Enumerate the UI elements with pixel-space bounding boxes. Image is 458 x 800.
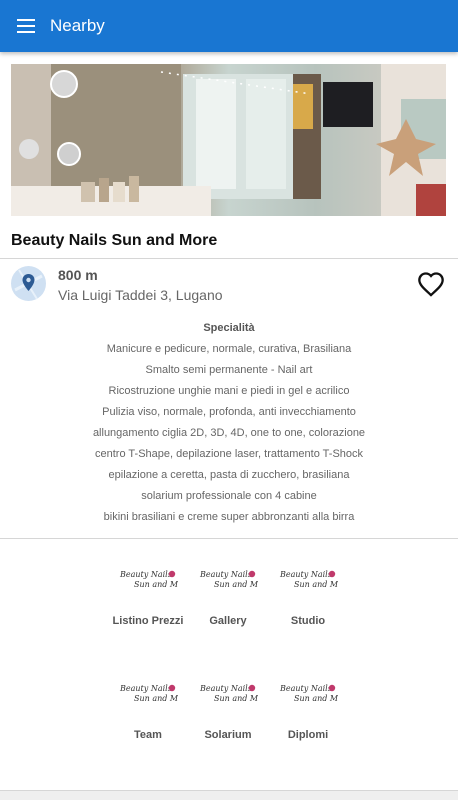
svg-text:Beauty Nails: Beauty Nails <box>119 570 172 579</box>
distance-label: 800 m <box>58 267 98 283</box>
brand-logo-icon: Beauty Nails Sun and More <box>279 570 352 589</box>
section-tile-listino-prezzi[interactable]: Beauty Nails Sun and More Listino Prezzi <box>108 566 192 627</box>
svg-text:Sun and More: Sun and More <box>134 580 178 589</box>
app-bar-title: Nearby <box>50 16 105 35</box>
section-tile-solarium[interactable]: Beauty Nails Sun and More Solarium <box>188 680 272 741</box>
section-tile-studio[interactable]: Beauty Nails Sun and More Studio <box>268 566 352 627</box>
shop-photo <box>11 64 446 216</box>
brand-logo-icon: Beauty Nails Sun and More <box>199 684 272 703</box>
specialty-line: bikini brasiliani e creme super abbronza… <box>103 511 355 523</box>
specialties-section: Specialità Manicure e pedicure, normale,… <box>0 318 458 528</box>
specialty-line: allungamento ciglia 2D, 3D, 4D, one to o… <box>92 427 366 439</box>
favorite-heart-icon[interactable] <box>417 271 445 297</box>
section-label: Diplomi <box>287 729 329 741</box>
specialty-line: Pulizia viso, normale, profonda, anti in… <box>102 406 356 418</box>
svg-text:Sun and More: Sun and More <box>134 694 178 703</box>
svg-text:Sun and More: Sun and More <box>214 580 258 589</box>
svg-text:Beauty Nails: Beauty Nails <box>279 684 332 693</box>
address-label: Via Luigi Taddei 3, Lugano <box>58 287 223 303</box>
section-label: Solarium <box>204 729 252 741</box>
map-pin-icon[interactable] <box>11 266 46 301</box>
brand-logo-icon: Beauty Nails Sun and More <box>199 570 272 589</box>
specialty-line: Ricostruzione unghie mani e piedi in gel… <box>108 385 350 397</box>
svg-text:Beauty Nails: Beauty Nails <box>279 570 332 579</box>
section-tile-gallery[interactable]: Beauty Nails Sun and More Gallery <box>188 566 272 627</box>
section-label: Listino Prezzi <box>112 615 184 627</box>
specialty-line: Smalto semi permanente - Nail art <box>145 364 313 376</box>
menu-button[interactable] <box>0 0 52 52</box>
specialty-line: centro T-Shape, depilazione laser, tratt… <box>94 448 364 460</box>
shop-name: Beauty Nails Sun and More <box>11 232 218 249</box>
bottom-edge <box>0 790 458 800</box>
brand-logo-icon: Beauty Nails Sun and More <box>119 570 192 589</box>
section-label: Team <box>134 729 162 741</box>
svg-text:Beauty Nails: Beauty Nails <box>199 684 252 693</box>
specialty-line: solarium professionale con 4 cabine <box>141 490 317 502</box>
specialty-line: Manicure e pedicure, normale, curativa, … <box>106 343 352 355</box>
section-label: Gallery <box>209 615 247 627</box>
divider <box>0 538 458 539</box>
section-label: Studio <box>290 615 326 627</box>
specialties-title: Specialità <box>203 322 255 334</box>
section-tile-team[interactable]: Beauty Nails Sun and More Team <box>108 680 192 741</box>
menu-icon <box>17 19 35 33</box>
svg-text:Beauty Nails: Beauty Nails <box>119 684 172 693</box>
app-bar: Nearby <box>0 0 458 52</box>
svg-text:Sun and More: Sun and More <box>294 694 338 703</box>
section-tile-diplomi[interactable]: Beauty Nails Sun and More Diplomi <box>268 680 352 741</box>
brand-logo-icon: Beauty Nails Sun and More <box>279 684 352 703</box>
svg-text:Beauty Nails: Beauty Nails <box>199 570 252 579</box>
divider <box>0 258 458 259</box>
svg-text:Sun and More: Sun and More <box>294 580 338 589</box>
svg-text:Sun and More: Sun and More <box>214 694 258 703</box>
brand-logo-icon: Beauty Nails Sun and More <box>119 684 192 703</box>
specialty-line: epilazione a ceretta, pasta di zucchero,… <box>108 469 350 481</box>
